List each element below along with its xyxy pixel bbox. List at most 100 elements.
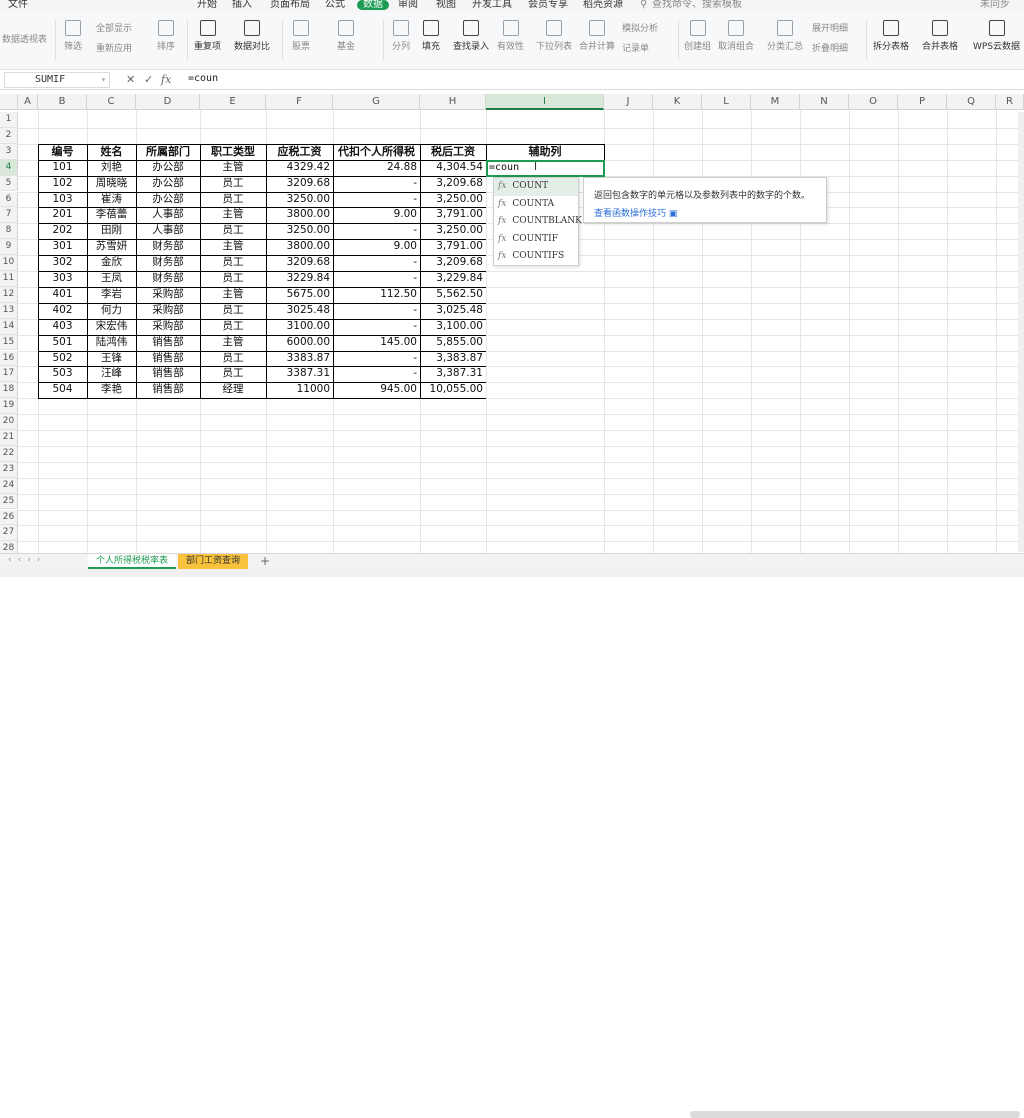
- tab-data[interactable]: 数据: [357, 0, 389, 10]
- table-cell[interactable]: 3,229.84: [420, 271, 486, 287]
- table-cell[interactable]: 3229.84: [266, 271, 333, 287]
- column-header[interactable]: I: [486, 94, 604, 110]
- row-header[interactable]: 19: [0, 398, 18, 415]
- table-cell[interactable]: 主管: [200, 287, 266, 303]
- validity-button[interactable]: 有效性: [497, 20, 524, 52]
- table-cell[interactable]: 101: [38, 160, 87, 176]
- column-header[interactable]: O: [849, 94, 898, 110]
- table-header[interactable]: 辅助列: [486, 144, 604, 160]
- sheet-nav-icons[interactable]: ‹‹››: [8, 555, 46, 565]
- tab-docer[interactable]: 稻壳资源: [583, 0, 623, 10]
- table-cell[interactable]: 9.00: [333, 207, 420, 223]
- table-cell[interactable]: 办公部: [136, 192, 200, 208]
- column-header[interactable]: L: [702, 94, 751, 110]
- table-cell[interactable]: 4,304.54: [420, 160, 486, 176]
- table-cell[interactable]: 3,209.68: [420, 255, 486, 271]
- row-header[interactable]: 5: [0, 175, 18, 192]
- sort-button[interactable]: 排序: [157, 20, 175, 52]
- table-cell[interactable]: 3100.00: [266, 319, 333, 335]
- table-cell[interactable]: 财务部: [136, 255, 200, 271]
- row-header[interactable]: 22: [0, 445, 18, 462]
- table-cell[interactable]: 人事部: [136, 223, 200, 239]
- table-cell[interactable]: 202: [38, 223, 87, 239]
- table-cell[interactable]: 24.88: [333, 160, 420, 176]
- column-header[interactable]: A: [18, 94, 38, 110]
- table-cell[interactable]: 宋宏伟: [87, 319, 136, 335]
- table-cell[interactable]: 11000: [266, 382, 333, 398]
- tab-formula[interactable]: 公式: [325, 0, 345, 10]
- autocomplete-item[interactable]: fx COUNTIFS: [494, 248, 578, 266]
- row-header[interactable]: 12: [0, 286, 18, 303]
- table-cell[interactable]: 302: [38, 255, 87, 271]
- table-cell[interactable]: 4329.42: [266, 160, 333, 176]
- row-header[interactable]: 25: [0, 493, 18, 510]
- table-cell[interactable]: 3800.00: [266, 239, 333, 255]
- row-header[interactable]: 6: [0, 191, 18, 208]
- table-header[interactable]: 所属部门: [136, 144, 200, 160]
- table-cell[interactable]: 财务部: [136, 271, 200, 287]
- show-all-button[interactable]: 全部显示: [96, 21, 132, 34]
- row-header[interactable]: 26: [0, 509, 18, 526]
- function-icon[interactable]: fx: [161, 73, 171, 86]
- vertical-scrollbar[interactable]: [1018, 112, 1024, 552]
- table-cell[interactable]: 李岩: [87, 287, 136, 303]
- table-cell[interactable]: -: [333, 351, 420, 367]
- table-cell[interactable]: 3,791.00: [420, 207, 486, 223]
- column-header[interactable]: H: [420, 94, 486, 110]
- row-header[interactable]: 9: [0, 239, 18, 256]
- name-box[interactable]: SUMIF ▾: [4, 72, 110, 88]
- expand-detail-button[interactable]: 展开明细: [812, 21, 848, 34]
- column-header[interactable]: J: [604, 94, 653, 110]
- column-header[interactable]: D: [136, 94, 200, 110]
- split-table-button[interactable]: 拆分表格: [873, 20, 909, 52]
- tab-view[interactable]: 视图: [436, 0, 456, 10]
- row-header[interactable]: 23: [0, 461, 18, 478]
- table-cell[interactable]: 李蓓蕾: [87, 207, 136, 223]
- column-header[interactable]: M: [751, 94, 800, 110]
- table-cell[interactable]: 3,791.00: [420, 239, 486, 255]
- table-cell[interactable]: -: [333, 176, 420, 192]
- column-header[interactable]: E: [200, 94, 266, 110]
- table-cell[interactable]: 301: [38, 239, 87, 255]
- collapse-detail-button[interactable]: 折叠明细: [812, 41, 848, 54]
- row-header[interactable]: 4: [0, 159, 18, 176]
- row-header[interactable]: 2: [0, 127, 18, 144]
- sheet-tab[interactable]: 部门工资查询: [178, 554, 249, 569]
- table-cell[interactable]: 苏雪妍: [87, 239, 136, 255]
- table-header[interactable]: 税后工资: [420, 144, 486, 160]
- row-header[interactable]: 16: [0, 350, 18, 367]
- table-cell[interactable]: 945.00: [333, 382, 420, 398]
- fill-button[interactable]: 填充: [422, 20, 440, 52]
- autocomplete-item[interactable]: fx COUNT: [494, 178, 578, 196]
- column-header[interactable]: K: [653, 94, 702, 110]
- fund-button[interactable]: 基金: [337, 20, 355, 52]
- table-cell[interactable]: 李艳: [87, 382, 136, 398]
- table-cell[interactable]: 办公部: [136, 176, 200, 192]
- table-cell[interactable]: 145.00: [333, 335, 420, 351]
- table-cell[interactable]: 401: [38, 287, 87, 303]
- table-cell[interactable]: 3,250.00: [420, 223, 486, 239]
- table-cell[interactable]: 501: [38, 335, 87, 351]
- tab-member[interactable]: 会员专享: [528, 0, 568, 10]
- merge-table-button[interactable]: 合并表格: [922, 20, 958, 52]
- tab-insert[interactable]: 插入: [232, 0, 252, 10]
- table-cell[interactable]: 9.00: [333, 239, 420, 255]
- table-cell[interactable]: 504: [38, 382, 87, 398]
- row-header[interactable]: 15: [0, 334, 18, 351]
- column-header[interactable]: B: [38, 94, 87, 110]
- row-header[interactable]: 11: [0, 271, 18, 287]
- table-cell[interactable]: 3209.68: [266, 255, 333, 271]
- row-header[interactable]: 18: [0, 382, 18, 399]
- table-cell[interactable]: 303: [38, 271, 87, 287]
- table-cell[interactable]: 502: [38, 351, 87, 367]
- table-cell[interactable]: 3383.87: [266, 351, 333, 367]
- split-column-button[interactable]: 分列: [392, 20, 410, 52]
- table-cell[interactable]: 何力: [87, 303, 136, 319]
- table-cell[interactable]: 田刚: [87, 223, 136, 239]
- table-cell[interactable]: 崔涛: [87, 192, 136, 208]
- table-cell[interactable]: 财务部: [136, 239, 200, 255]
- table-cell[interactable]: 3025.48: [266, 303, 333, 319]
- active-cell-editor[interactable]: =coun: [486, 159, 605, 177]
- row-header[interactable]: 10: [0, 255, 18, 271]
- table-cell[interactable]: 5675.00: [266, 287, 333, 303]
